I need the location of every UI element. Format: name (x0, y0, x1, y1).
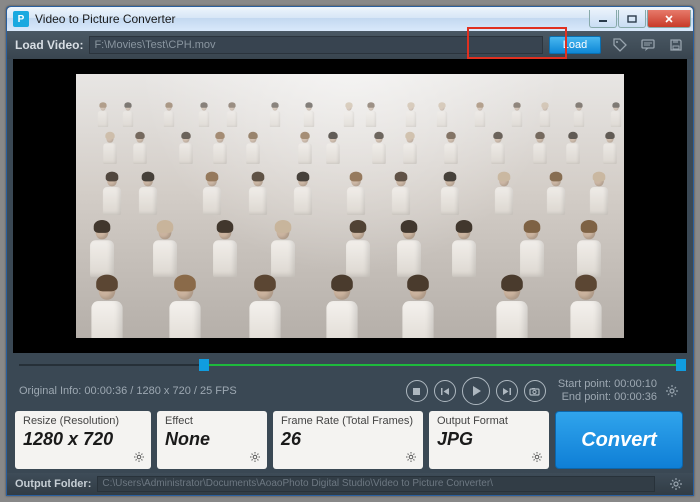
next-frame-button[interactable] (496, 380, 518, 402)
content-area: Load Video: F:\Movies\Test\CPH.mov Load (7, 31, 693, 495)
scrubber-selection (204, 364, 681, 366)
start-point-value: 00:00:10 (614, 378, 657, 390)
convert-button[interactable]: Convert (555, 411, 683, 469)
info-row: Original Info: 00:00:36 / 1280 x 720 / 2… (19, 375, 681, 407)
prev-frame-button[interactable] (434, 380, 456, 402)
effect-label: Effect (165, 415, 259, 427)
stop-button[interactable] (406, 380, 428, 402)
window-title: Video to Picture Converter (35, 12, 588, 26)
range-settings-icon[interactable] (663, 382, 681, 400)
framerate-gear-icon[interactable] (403, 449, 419, 465)
original-info-text: Original Info: 00:00:36 / 1280 x 720 / 2… (19, 385, 406, 397)
scrubber[interactable] (19, 357, 681, 373)
effect-panel[interactable]: Effect None (157, 411, 267, 469)
output-folder-gear-icon[interactable] (667, 475, 685, 493)
app-icon: P (13, 11, 29, 27)
close-button[interactable] (647, 10, 691, 28)
video-path-field[interactable]: F:\Movies\Test\CPH.mov (89, 36, 543, 54)
effect-gear-icon[interactable] (247, 449, 263, 465)
toolbar: Load Video: F:\Movies\Test\CPH.mov Load (7, 31, 693, 59)
video-preview[interactable] (13, 59, 687, 353)
end-point-value: 00:00:36 (614, 391, 657, 403)
end-point-label: End point: (562, 391, 612, 403)
tag-icon[interactable] (611, 36, 629, 54)
footer: Output Folder: C:\Users\Administrator\Do… (7, 473, 693, 495)
resize-label: Resize (Resolution) (23, 415, 143, 427)
resize-panel[interactable]: Resize (Resolution) 1280 x 720 (15, 411, 151, 469)
format-label: Output Format (437, 415, 541, 427)
output-folder-field[interactable]: C:\Users\Administrator\Documents\AoaoPho… (97, 476, 655, 492)
output-folder-label: Output Folder: (15, 478, 91, 490)
selection-end-handle[interactable] (676, 359, 686, 371)
resize-gear-icon[interactable] (131, 449, 147, 465)
video-frame-content (76, 74, 624, 338)
format-value: JPG (437, 429, 541, 450)
format-panel[interactable]: Output Format JPG (429, 411, 549, 469)
save-icon[interactable] (667, 36, 685, 54)
selection-start-handle[interactable] (199, 359, 209, 371)
load-button[interactable]: Load (549, 36, 601, 54)
format-gear-icon[interactable] (529, 449, 545, 465)
titlebar: P Video to Picture Converter (7, 7, 693, 31)
playback-controls (406, 377, 546, 405)
effect-value: None (165, 429, 259, 450)
play-button[interactable] (462, 377, 490, 405)
minimize-button[interactable] (589, 10, 617, 28)
load-video-label: Load Video: (15, 38, 83, 52)
settings-panels: Resize (Resolution) 1280 x 720 Effect No… (15, 411, 685, 469)
range-points: Start point: 00:00:10 End point: 00:00:3… (558, 378, 657, 404)
maximize-button[interactable] (618, 10, 646, 28)
app-window: P Video to Picture Converter Load Video:… (6, 6, 694, 496)
start-point-label: Start point: (558, 378, 611, 390)
framerate-label: Frame Rate (Total Frames) (281, 415, 415, 427)
comment-icon[interactable] (639, 36, 657, 54)
framerate-value: 26 (281, 429, 415, 450)
resize-value: 1280 x 720 (23, 429, 143, 450)
framerate-panel[interactable]: Frame Rate (Total Frames) 26 (273, 411, 423, 469)
snapshot-button[interactable] (524, 380, 546, 402)
